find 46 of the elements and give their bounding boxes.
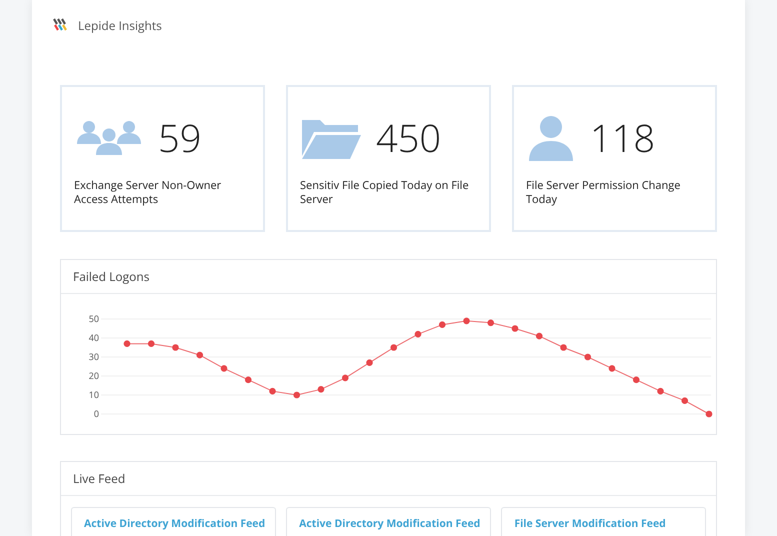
data-point bbox=[318, 386, 324, 393]
data-point bbox=[244, 376, 252, 384]
data-point bbox=[560, 344, 567, 351]
data-point bbox=[390, 344, 398, 351]
data-point bbox=[632, 376, 640, 384]
data-point bbox=[414, 330, 422, 338]
y-tick-label: 0 bbox=[94, 407, 99, 420]
data-point bbox=[512, 325, 518, 332]
data-point bbox=[148, 340, 155, 347]
y-tick-label: 40 bbox=[88, 331, 99, 344]
data-point bbox=[366, 359, 373, 366]
logo-icon bbox=[52, 17, 68, 33]
feed-tab[interactable]: Active Directory Modification Feed bbox=[286, 507, 492, 536]
data-point bbox=[584, 354, 592, 360]
stat-label: File Server Permission Change Today bbox=[526, 179, 682, 207]
y-tick-label: 10 bbox=[88, 388, 99, 401]
feed-tab[interactable]: File Server Modification Feed bbox=[501, 507, 706, 536]
data-point bbox=[269, 388, 276, 394]
user-icon bbox=[526, 115, 576, 161]
data-point bbox=[196, 352, 204, 358]
y-tick-label: 30 bbox=[88, 350, 99, 363]
stat-value: 59 bbox=[158, 112, 202, 164]
data-point bbox=[220, 365, 228, 372]
users-icon bbox=[74, 118, 144, 158]
data-point bbox=[293, 392, 300, 398]
y-tick-label: 50 bbox=[88, 312, 99, 325]
stat-label: Exchange Server Non-Owner Access Attempts bbox=[74, 179, 222, 207]
data-point bbox=[487, 320, 494, 326]
data-point bbox=[342, 374, 349, 382]
y-tick-label: 20 bbox=[88, 369, 99, 382]
data-point bbox=[657, 388, 664, 394]
data-point bbox=[706, 410, 712, 418]
data-point bbox=[536, 332, 543, 340]
stat-label: Sensitiv File Copied Today on File Server bbox=[300, 179, 470, 207]
data-point bbox=[608, 365, 616, 372]
data-point bbox=[438, 321, 446, 328]
stat-value: 450 bbox=[376, 112, 442, 164]
data-point bbox=[124, 340, 130, 347]
panel-title: Failed Logons bbox=[61, 260, 716, 294]
data-point bbox=[463, 318, 470, 324]
app-title: Lepide Insights bbox=[78, 16, 162, 34]
stat-value: 118 bbox=[590, 112, 656, 164]
data-point bbox=[681, 397, 688, 404]
feed-tab[interactable]: Active Directory Modification Feed bbox=[71, 507, 276, 536]
panel-title: Live Feed bbox=[61, 462, 716, 496]
data-point bbox=[172, 344, 179, 351]
